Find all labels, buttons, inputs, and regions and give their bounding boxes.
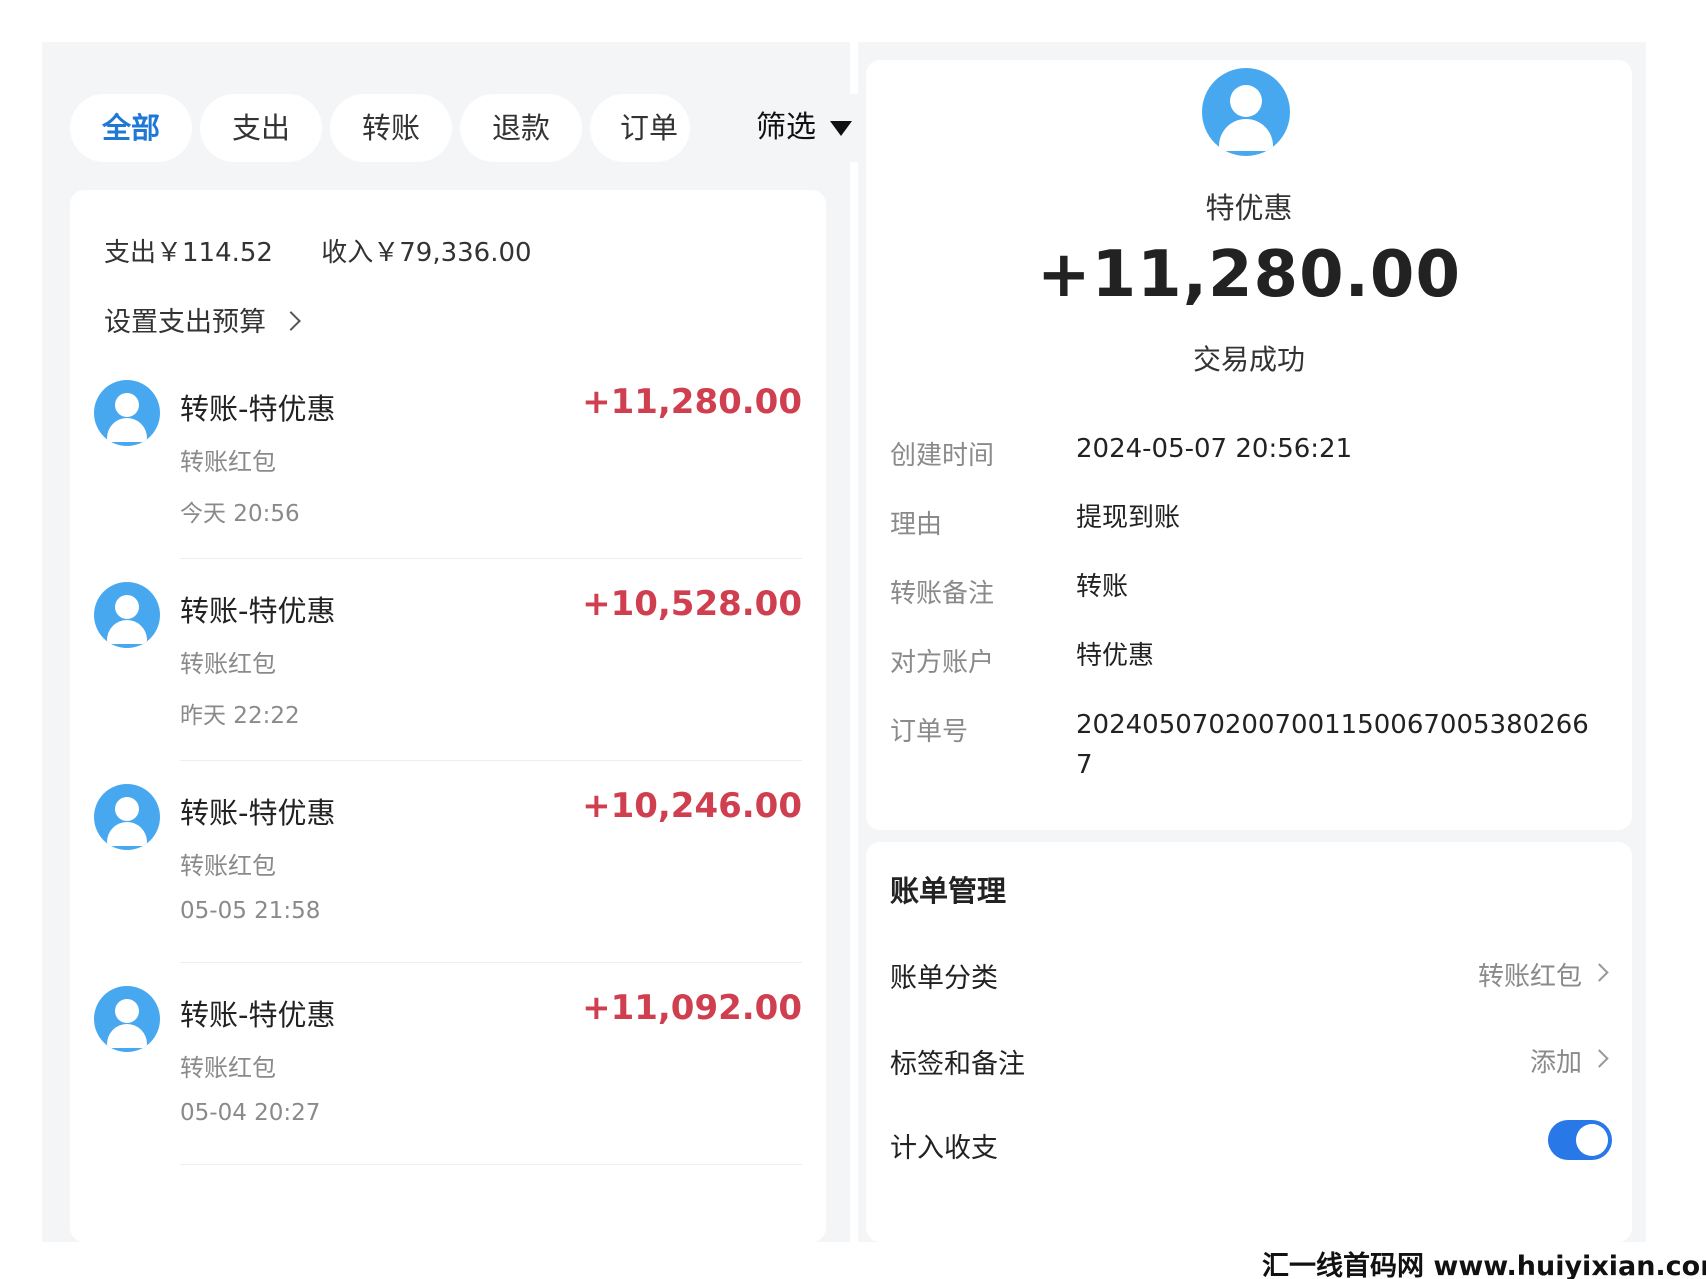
transaction-item[interactable]: 转账-特优惠 转账红包 昨天 22:22 +10,528.00: [70, 582, 826, 802]
watermark: 汇一线首码网 www.huiyixian.com: [1262, 1251, 1706, 1279]
divider: [180, 962, 802, 963]
chevron-right-icon: [1590, 1049, 1609, 1068]
transaction-name: 转账-特优惠: [180, 796, 336, 830]
summary: 支出￥114.52 收入￥79,336.00: [104, 232, 572, 269]
transaction-category: 转账红包: [180, 448, 276, 476]
chevron-right-icon: [281, 310, 301, 331]
tab-all[interactable]: 全部: [70, 94, 192, 162]
tags-notes-label: 标签和备注: [890, 1049, 1025, 1080]
tags-notes-value: 添加: [1529, 1048, 1582, 1078]
payee-avatar-icon: [1202, 68, 1290, 156]
transaction-category: 转账红包: [180, 1054, 276, 1082]
bill-management-title: 账单管理: [890, 874, 1007, 908]
set-budget-label: 设置支出预算: [104, 307, 266, 338]
transaction-item[interactable]: 转账-特优惠 转账红包 05-04 20:27 +11,092.00: [70, 986, 826, 1206]
order-number-value[interactable]: 20240507020070011500670053802667: [1076, 705, 1596, 785]
transaction-amount: +10,528.00: [582, 584, 802, 624]
transaction-time: 昨天 22:22: [180, 703, 300, 729]
transaction-time: 今天 20:56: [180, 501, 300, 527]
bill-category-value: 转账红包: [1477, 962, 1582, 992]
transaction-detail-panel: 特优惠 +11,280.00 交易成功 创建时间 2024-05-07 20:5…: [858, 42, 1646, 1242]
bill-category-row[interactable]: 账单分类 转账红包: [890, 950, 1612, 1000]
detail-key: 理由: [890, 510, 943, 540]
transaction-time: 05-05 21:58: [180, 898, 321, 924]
detail-key: 创建时间: [890, 441, 995, 471]
tab-refund[interactable]: 退款: [460, 94, 582, 162]
transaction-status: 交易成功: [1192, 343, 1305, 376]
detail-key: 订单号: [890, 717, 969, 747]
bill-management-card: 账单管理 账单分类 转账红包 标签和备注 添加 计入收支: [866, 842, 1632, 1242]
divider: [180, 760, 802, 761]
detail-value: 转账: [1076, 572, 1129, 602]
bill-list-card: 支出￥114.52 收入￥79,336.00 设置支出预算 转账-特优惠 转账红…: [70, 190, 826, 1242]
tab-expense[interactable]: 支出: [200, 94, 322, 162]
transaction-category: 转账红包: [180, 650, 276, 678]
detail-amount: +11,280.00: [1037, 238, 1461, 312]
filter-tabs: 全部 支出 转账 退款 订单 筛选: [70, 94, 890, 166]
transaction-item[interactable]: 转账-特优惠 转账红包 05-05 21:58 +10,246.00: [70, 784, 826, 1004]
tags-notes-row[interactable]: 标签和备注 添加: [890, 1036, 1612, 1086]
detail-value: 2024-05-07 20:56:21: [1076, 434, 1353, 464]
tab-order[interactable]: 订单: [590, 94, 690, 162]
user-avatar-icon: [94, 380, 160, 446]
transaction-category: 转账红包: [180, 852, 276, 880]
transaction-amount: +11,092.00: [582, 988, 802, 1028]
transaction-name: 转账-特优惠: [180, 594, 336, 628]
filter-label: 筛选: [756, 110, 816, 145]
user-avatar-icon: [94, 986, 160, 1052]
include-in-stats-label: 计入收支: [890, 1133, 998, 1164]
transaction-amount: +11,280.00: [582, 382, 802, 422]
bill-list-panel: 全部 支出 转账 退款 订单 筛选 支出￥114.52 收入￥79,336.00…: [42, 42, 890, 1242]
chevron-right-icon: [1590, 963, 1609, 982]
expense-total: 支出￥114.52: [104, 238, 273, 268]
divider: [180, 1164, 802, 1165]
detail-card: 特优惠 +11,280.00 交易成功 创建时间 2024-05-07 20:5…: [866, 60, 1632, 830]
transaction-name: 转账-特优惠: [180, 392, 336, 426]
transaction-item[interactable]: 转账-特优惠 转账红包 今天 20:56 +11,280.00: [70, 380, 826, 600]
tab-transfer[interactable]: 转账: [330, 94, 452, 162]
detail-value: 特优惠: [1076, 641, 1155, 671]
set-budget-link[interactable]: 设置支出预算: [104, 300, 301, 339]
detail-key: 对方账户: [890, 648, 995, 678]
detail-key: 转账备注: [890, 579, 995, 609]
include-in-stats-toggle[interactable]: [1548, 1120, 1612, 1160]
transaction-name: 转账-特优惠: [180, 998, 336, 1032]
income-total: 收入￥79,336.00: [321, 238, 532, 268]
page: 全部 支出 转账 退款 订单 筛选 支出￥114.52 收入￥79,336.00…: [0, 0, 1706, 1279]
bill-category-label: 账单分类: [890, 963, 998, 994]
transaction-amount: +10,246.00: [582, 786, 802, 826]
detail-value: 提现到账: [1076, 503, 1181, 533]
include-in-stats-row: 计入收支: [890, 1120, 1612, 1170]
user-avatar-icon: [94, 582, 160, 648]
transaction-time: 05-04 20:27: [180, 1100, 321, 1126]
divider: [180, 558, 802, 559]
payee-name: 特优惠: [1205, 191, 1293, 225]
user-avatar-icon: [94, 784, 160, 850]
caret-down-icon: [830, 121, 852, 136]
